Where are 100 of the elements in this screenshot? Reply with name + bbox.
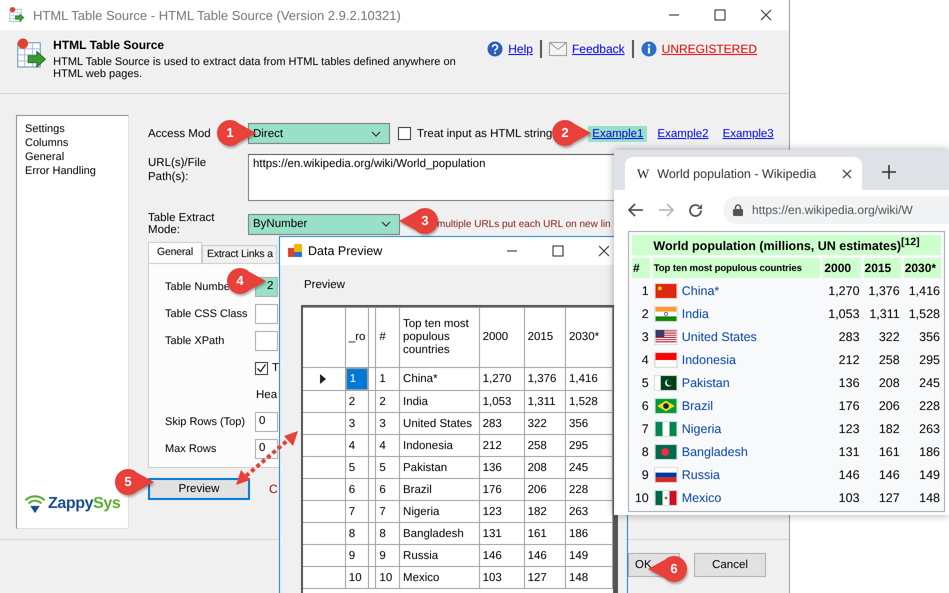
chevron-down-icon bbox=[371, 130, 381, 136]
extract-mode-dropdown[interactable]: ByNumber bbox=[248, 214, 400, 234]
checkbox[interactable] bbox=[398, 127, 411, 140]
new-tab-icon[interactable] bbox=[882, 165, 896, 179]
table-cell: 3 bbox=[376, 412, 400, 434]
tab[interactable]: General bbox=[148, 242, 202, 263]
table-cell: Mexico bbox=[400, 566, 480, 588]
chevron-down-icon bbox=[381, 221, 391, 227]
country-link[interactable]: Pakistan bbox=[682, 376, 730, 390]
country-link[interactable]: Brazil bbox=[682, 399, 714, 414]
favicon: W bbox=[637, 166, 650, 182]
flag-icon bbox=[654, 329, 678, 346]
table-cell: 149 bbox=[566, 544, 612, 566]
cancel-button[interactable]: Cancel bbox=[694, 552, 766, 576]
preview-button[interactable]: Preview bbox=[148, 478, 250, 500]
header-link[interactable]: Help bbox=[508, 42, 533, 56]
table-cell: 136 bbox=[479, 456, 524, 478]
column-header[interactable]: 2015 bbox=[524, 308, 566, 368]
table-cell: 1 bbox=[376, 368, 400, 390]
table-cell: Pakistan bbox=[400, 456, 480, 478]
country-link[interactable]: Bangladesh bbox=[682, 445, 748, 460]
table-cell: 208 bbox=[524, 456, 566, 478]
table-cell: 5 bbox=[345, 456, 369, 478]
column-header[interactable]: # bbox=[376, 308, 400, 368]
info-icon bbox=[640, 41, 657, 57]
table-cell: 1,270 bbox=[479, 368, 524, 390]
note-text: C bbox=[269, 482, 278, 496]
country-link[interactable]: Mexico bbox=[682, 491, 722, 506]
table-cell-text: 228 bbox=[918, 398, 941, 416]
logo-text: ZappySys bbox=[48, 494, 120, 512]
max-rows-field[interactable]: 0 bbox=[255, 439, 278, 459]
close-icon[interactable] bbox=[598, 245, 610, 257]
field-label: Table CSS Class bbox=[165, 308, 249, 320]
table-cell: 7 bbox=[376, 500, 400, 522]
window-icon bbox=[288, 244, 302, 258]
table-cell: 3 bbox=[345, 412, 369, 434]
table-cell: Brazil bbox=[400, 478, 480, 500]
table-cell: 295 bbox=[566, 434, 612, 456]
table-cell-text: 6 bbox=[640, 398, 650, 416]
country-link[interactable]: Indonesia bbox=[682, 353, 736, 368]
table-cell-text: 1,416 bbox=[908, 283, 941, 300]
sidebar-item[interactable]: Columns bbox=[25, 136, 120, 150]
country-link[interactable]: India bbox=[682, 307, 709, 322]
column-header: 2030* bbox=[904, 258, 941, 278]
window-title: Data Preview bbox=[308, 244, 382, 258]
table-cell: 1,311 bbox=[524, 390, 566, 412]
example-link[interactable]: Example3 bbox=[718, 126, 778, 142]
table-cell: 186 bbox=[566, 522, 612, 544]
maximize-icon[interactable] bbox=[552, 245, 564, 257]
example-link[interactable]: Example2 bbox=[653, 126, 713, 142]
flag-icon bbox=[654, 283, 678, 300]
browser-tab[interactable]: W World population - Wikipedia bbox=[625, 157, 862, 190]
column-header[interactable]: Top ten most populous countries bbox=[400, 308, 480, 368]
table-cell: 245 bbox=[566, 456, 612, 478]
column-header[interactable]: 2000 bbox=[479, 308, 524, 368]
hint-text: multiple URLs put each URL on new lin bbox=[437, 218, 611, 230]
table-caption: World population (millions, UN estimates)$^{[12]}$ bbox=[632, 235, 941, 256]
access-mode-dropdown[interactable]: Direct bbox=[248, 123, 390, 144]
table-cell: Russia bbox=[400, 544, 480, 566]
sidebar-item[interactable]: General bbox=[25, 150, 120, 164]
country-link[interactable]: Nigeria bbox=[682, 422, 722, 436]
css-class-field[interactable] bbox=[255, 304, 278, 324]
table-cell: 148 bbox=[566, 566, 612, 588]
table-cell: 146 bbox=[479, 544, 524, 566]
xpath-field[interactable] bbox=[255, 331, 278, 351]
tab[interactable]: Extract Links a bbox=[202, 245, 277, 263]
column-header[interactable]: 2030* bbox=[566, 308, 612, 368]
flag-icon bbox=[654, 375, 678, 392]
column-header[interactable]: _ro bbox=[345, 308, 369, 368]
table-cell: 1 bbox=[346, 368, 368, 390]
section-label: Preview bbox=[304, 279, 346, 291]
sidebar-item[interactable]: Error Handling bbox=[25, 164, 120, 178]
header-link[interactable]: UNREGISTERED bbox=[662, 42, 757, 56]
table-cell-text: 4 bbox=[640, 352, 650, 370]
table-cell-text: 146 bbox=[878, 467, 901, 484]
table-cell: 263 bbox=[566, 500, 612, 522]
close-icon[interactable] bbox=[842, 168, 852, 178]
field-label: Table XPath bbox=[165, 335, 226, 347]
skip-rows-field[interactable]: 0 bbox=[255, 412, 278, 432]
back-icon[interactable] bbox=[628, 203, 644, 217]
example-link[interactable]: Example1 bbox=[588, 126, 648, 142]
checkbox[interactable] bbox=[255, 362, 268, 374]
country-link[interactable]: Russia bbox=[682, 468, 720, 482]
country-link[interactable]: China* bbox=[682, 284, 720, 298]
table-cell-text: 322 bbox=[878, 329, 901, 346]
sidebar-item[interactable]: Settings bbox=[25, 122, 120, 136]
table-cell: China* bbox=[400, 368, 480, 390]
country-link[interactable]: United States bbox=[682, 330, 757, 344]
maximize-icon[interactable] bbox=[714, 9, 726, 21]
header-link[interactable]: Feedback bbox=[572, 42, 625, 56]
table-cell-text: 136 bbox=[838, 375, 861, 392]
flag-icon bbox=[654, 352, 678, 368]
step-badge: 3 bbox=[398, 207, 438, 235]
table-cell-text: 283 bbox=[838, 329, 861, 346]
table-cell: 146 bbox=[524, 544, 566, 566]
table-cell: 10 bbox=[376, 566, 400, 588]
field-label: Table Numbe bbox=[165, 281, 230, 293]
address-bar[interactable]: https://en.wikipedia.org/wiki/W bbox=[723, 196, 949, 224]
close-icon[interactable] bbox=[760, 9, 772, 21]
reload-icon[interactable] bbox=[688, 202, 703, 218]
